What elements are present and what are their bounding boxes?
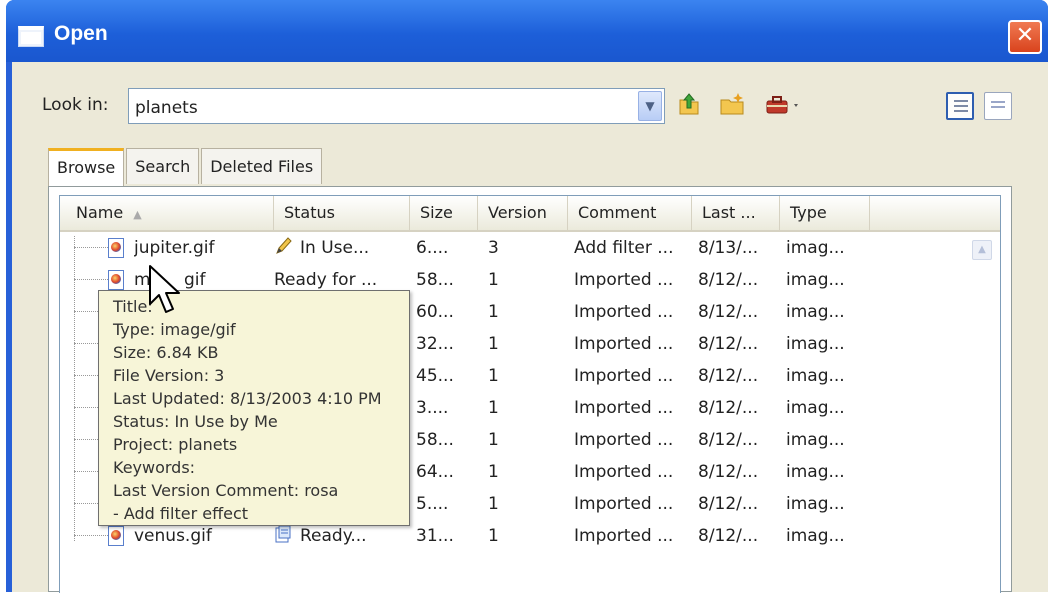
file-last-updated: 8/13/... [698,238,759,258]
tab-browse[interactable]: Browse [48,148,125,186]
mouse-pointer-icon [149,265,180,313]
file-version: 1 [488,334,499,354]
file-comment: Add filter ... [574,238,674,258]
file-info-tooltip: Title: Type: image/gif Size: 6.84 KB Fil… [98,290,410,526]
file-type: imag... [786,334,845,354]
file-type: imag... [786,462,845,482]
tools-icon[interactable] [764,90,804,118]
file-version: 1 [488,526,499,546]
file-version: 1 [488,302,499,322]
file-version: 3 [488,238,499,258]
file-type: imag... [786,526,845,546]
table-row[interactable]: jupiter.gif In Use... 6.... 3 Add filter… [60,232,980,264]
file-version: 1 [488,366,499,386]
column-version[interactable]: Version [478,196,568,230]
file-version: 1 [488,494,499,514]
file-comment: Imported ... [574,270,674,290]
file-comment: Imported ... [574,430,674,450]
file-last-updated: 8/12/... [698,526,759,546]
tooltip-project: Project: planets [113,435,238,454]
tooltip-keywords: Keywords: [113,458,196,477]
new-folder-icon[interactable] [718,90,746,118]
file-last-updated: 8/12/... [698,494,759,514]
file-comment: Imported ... [574,526,674,546]
gif-file-icon [108,526,124,546]
window-icon [18,26,44,47]
tooltip-status: Status: In Use by Me [113,412,278,431]
column-last-updated[interactable]: Last ... [692,196,780,230]
close-button[interactable]: ✕ [1008,20,1042,54]
tooltip-file-version: File Version: 3 [113,366,225,385]
up-folder-icon[interactable] [674,90,702,118]
file-size: 6.... [416,238,449,258]
file-type: imag... [786,430,845,450]
sort-ascending-icon: ▲ [133,208,142,221]
file-size: 60... [416,302,454,322]
pencil-icon [276,237,292,254]
gif-file-icon [108,238,124,258]
title-bar[interactable]: Open ✕ [6,0,1048,62]
tab-strip: Browse Search Deleted Files [48,148,324,186]
file-size: 45... [416,366,454,386]
tab-search[interactable]: Search [126,148,200,184]
file-last-updated: 8/12/... [698,430,759,450]
tooltip-last-version-comment: Last Version Comment: rosa [113,481,339,500]
file-type: imag... [786,270,845,290]
column-header: Name ▲ Status Size Version Comment Last .… [60,196,1000,232]
file-status: In Use... [274,232,404,264]
file-last-updated: 8/12/... [698,398,759,418]
file-comment: Imported ... [574,398,674,418]
file-type: imag... [786,366,845,386]
file-last-updated: 8/12/... [698,334,759,354]
file-version: 1 [488,398,499,418]
look-in-combobox[interactable]: planets ▼ [128,88,665,124]
file-version: 1 [488,462,499,482]
tab-deleted-files[interactable]: Deleted Files [201,148,323,184]
column-comment[interactable]: Comment [568,196,692,230]
file-version: 1 [488,270,499,290]
file-size: 3.... [416,398,449,418]
chevron-down-icon[interactable]: ▼ [638,91,662,121]
tooltip-type: Type: image/gif [113,320,236,339]
tooltip-size: Size: 6.84 KB [113,343,219,362]
file-comment: Imported ... [574,366,674,386]
look-in-label: Look in: [42,95,109,115]
column-name[interactable]: Name ▲ [60,196,274,230]
document-status-icon [275,525,291,543]
file-size: 58... [416,270,454,290]
list-view-icon[interactable] [984,92,1012,120]
file-name: jupiter.gif [134,238,215,258]
file-comment: Imported ... [574,462,674,482]
gif-file-icon [108,270,124,290]
file-size: 32... [416,334,454,354]
file-last-updated: 8/12/... [698,302,759,322]
file-last-updated: 8/12/... [698,366,759,386]
file-size: 64... [416,462,454,482]
column-status[interactable]: Status [274,196,410,230]
file-comment: Imported ... [574,302,674,322]
tooltip-last-updated: Last Updated: 8/13/2003 4:10 PM [113,389,382,408]
file-size: 5.... [416,494,449,514]
look-in-value: planets [135,98,198,118]
file-size: 31... [416,526,454,546]
file-type: imag... [786,302,845,322]
dialog-title: Open [54,22,108,45]
file-version: 1 [488,430,499,450]
column-type[interactable]: Type [780,196,870,230]
file-comment: Imported ... [574,334,674,354]
file-last-updated: 8/12/... [698,462,759,482]
details-view-icon[interactable] [946,92,974,120]
file-comment: Imported ... [574,494,674,514]
tooltip-comment-continuation: - Add filter effect [113,504,249,523]
file-type: imag... [786,238,845,258]
file-size: 58... [416,430,454,450]
file-last-updated: 8/12/... [698,270,759,290]
file-type: imag... [786,398,845,418]
file-type: imag... [786,494,845,514]
column-size[interactable]: Size [410,196,478,230]
